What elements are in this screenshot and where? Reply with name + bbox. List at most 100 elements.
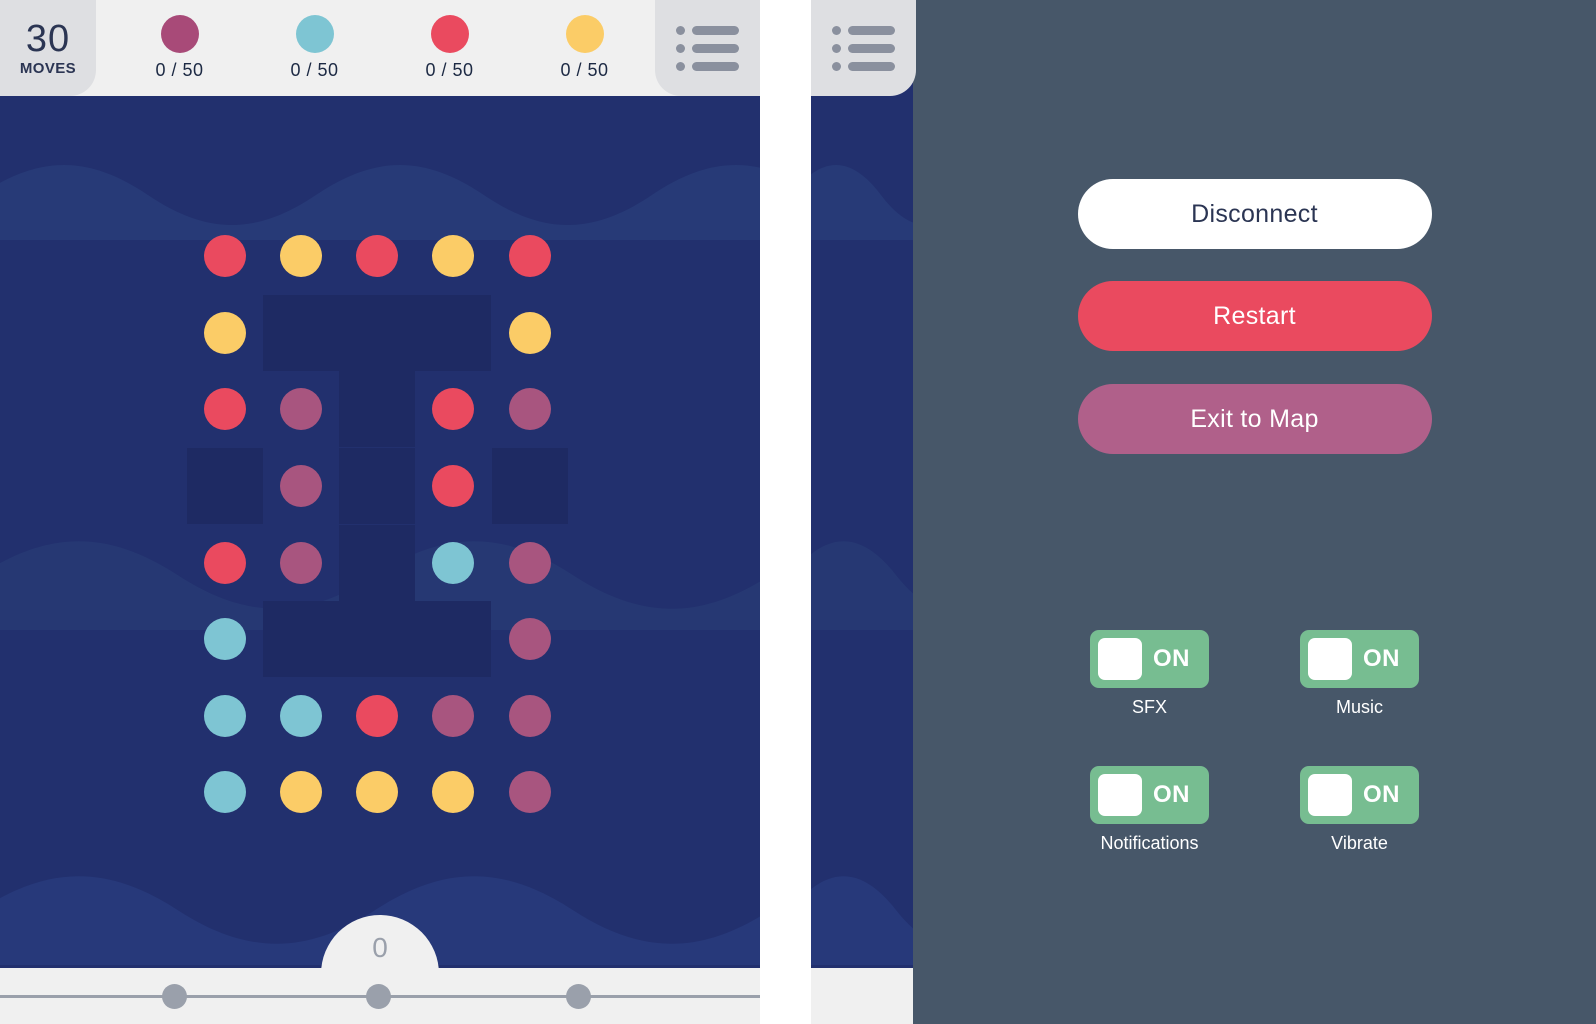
slider-handle[interactable] — [366, 984, 391, 1009]
blocked-cell — [187, 448, 263, 524]
setting-toggle-notifications: ON Notifications — [1090, 766, 1209, 854]
toggle-label: SFX — [1131, 697, 1167, 717]
exit-to-map-button[interactable]: Exit to Map — [1077, 384, 1432, 454]
board-dot-teal[interactable] — [432, 542, 474, 584]
setting-toggle-sfx: ON SFX — [1090, 630, 1209, 718]
board-dot-purple[interactable] — [509, 388, 551, 430]
goal-progress-text: 0 / 50 — [155, 60, 204, 80]
board-dot-teal[interactable] — [204, 695, 246, 737]
board-dot-teal[interactable] — [204, 618, 246, 660]
settings-overlay: Disconnect Restart Exit to Map ON SFX ON Mu… — [913, 0, 1596, 1024]
board-dot-red[interactable] — [204, 542, 246, 584]
toggle-state-text: ON — [1363, 781, 1400, 808]
blocked-cell — [339, 371, 415, 447]
blocked-cell — [263, 295, 339, 371]
board-dot-red[interactable] — [509, 235, 551, 277]
board-dot-yellow[interactable] — [280, 771, 322, 813]
toggle-knob — [1098, 774, 1142, 816]
board-dot-teal[interactable] — [204, 771, 246, 813]
hud-bar: 30 MOVES 0 / 50 0 / 50 0 / 50 0 / 50 — [0, 0, 760, 96]
board-dot-yellow[interactable] — [280, 235, 322, 277]
toggle-knob — [1308, 638, 1352, 680]
board-dot-teal[interactable] — [280, 695, 322, 737]
board-dot-purple[interactable] — [509, 618, 551, 660]
toggle-state-text: ON — [1153, 645, 1190, 672]
blocked-cell — [263, 601, 339, 677]
board-dot-purple[interactable] — [280, 388, 322, 430]
wave-decoration-2 — [811, 541, 913, 630]
goal-color-dot — [295, 15, 334, 53]
settings-screen-panel: Disconnect Restart Exit to Map ON SFX ON Mu… — [811, 0, 1596, 1024]
goal-progress-text: 0 / 50 — [425, 60, 474, 80]
wave-decoration-1 — [811, 165, 913, 240]
goal-item: 0 / 50 — [395, 15, 505, 81]
goal-item: 0 / 50 — [260, 15, 370, 81]
toggle-knob — [1308, 774, 1352, 816]
bottom-counter: 0 — [372, 931, 388, 963]
goal-progress-text: 0 / 50 — [290, 60, 339, 80]
slider-handle[interactable] — [162, 984, 187, 1009]
restart-button[interactable]: Restart — [1077, 281, 1432, 351]
toggle-switch[interactable]: ON — [1090, 630, 1209, 688]
board-dot-red[interactable] — [432, 388, 474, 430]
toggle-switch[interactable]: ON — [1300, 766, 1419, 824]
menu-button[interactable] — [811, 0, 916, 96]
goal-item: 0 / 50 — [530, 15, 640, 81]
board-background-sliver — [811, 0, 913, 1024]
toggle-knob — [1098, 638, 1142, 680]
goal-list: 0 / 50 0 / 50 0 / 50 0 / 50 — [112, 0, 652, 96]
toggle-state-text: ON — [1153, 781, 1190, 808]
slider-handle[interactable] — [566, 984, 591, 1009]
board-dot-yellow[interactable] — [204, 312, 246, 354]
board-dot-red[interactable] — [356, 695, 398, 737]
menu-button[interactable] — [655, 0, 760, 96]
wave-decoration-1 — [0, 165, 760, 240]
bottom-bar-sliver — [811, 968, 913, 1024]
toggle-switch[interactable]: ON — [1090, 766, 1209, 824]
blocked-cell — [339, 525, 415, 601]
moves-counter: 30 MOVES — [0, 0, 96, 96]
list-menu-icon — [832, 25, 895, 71]
board-dot-purple[interactable] — [509, 771, 551, 813]
blocked-cell — [415, 295, 491, 371]
settings-toggles: ON SFX ON Music ON Notifications ON Vibrate — [1045, 630, 1465, 854]
goal-progress-text: 0 / 50 — [560, 60, 609, 80]
board-dot-yellow[interactable] — [356, 771, 398, 813]
blocked-cell — [415, 601, 491, 677]
board-dot-purple[interactable] — [280, 465, 322, 507]
board-dot-purple[interactable] — [280, 542, 322, 584]
blocked-cell — [339, 448, 415, 524]
goal-color-dot — [430, 15, 469, 53]
bottom-bar — [0, 968, 760, 1024]
toggle-state-text: ON — [1363, 645, 1400, 672]
wave-decoration-3 — [811, 876, 913, 965]
app-root: 30 MOVES 0 / 50 0 / 50 0 / 50 0 / 50 0 D… — [0, 0, 1596, 1024]
moves-label: MOVES — [19, 59, 77, 77]
board-dot-purple[interactable] — [509, 542, 551, 584]
board-dot-yellow[interactable] — [509, 312, 551, 354]
board-dot-red[interactable] — [356, 235, 398, 277]
toggle-switch[interactable]: ON — [1300, 630, 1419, 688]
setting-toggle-vibrate: ON Vibrate — [1300, 766, 1419, 854]
board-dot-red[interactable] — [204, 235, 246, 277]
blocked-cell — [492, 448, 568, 524]
board-dot-purple[interactable] — [509, 695, 551, 737]
board-dot-red[interactable] — [204, 388, 246, 430]
toggle-label: Notifications — [1100, 833, 1199, 853]
disconnect-button[interactable]: Disconnect — [1077, 179, 1432, 249]
setting-toggle-music: ON Music — [1300, 630, 1419, 718]
board-dot-yellow[interactable] — [432, 771, 474, 813]
blocked-cell — [339, 601, 415, 677]
goal-item: 0 / 50 — [125, 15, 235, 81]
list-menu-icon — [676, 25, 739, 71]
blocked-cell — [339, 295, 415, 371]
toggle-label: Vibrate — [1331, 833, 1388, 853]
goal-color-dot — [565, 15, 604, 53]
board-dot-purple[interactable] — [432, 695, 474, 737]
goal-color-dot — [160, 15, 199, 53]
moves-count: 30 — [25, 17, 71, 60]
toggle-label: Music — [1335, 697, 1383, 717]
board-dot-red[interactable] — [432, 465, 474, 507]
game-screen-panel: 30 MOVES 0 / 50 0 / 50 0 / 50 0 / 50 0 — [0, 0, 760, 1024]
board-dot-yellow[interactable] — [432, 235, 474, 277]
